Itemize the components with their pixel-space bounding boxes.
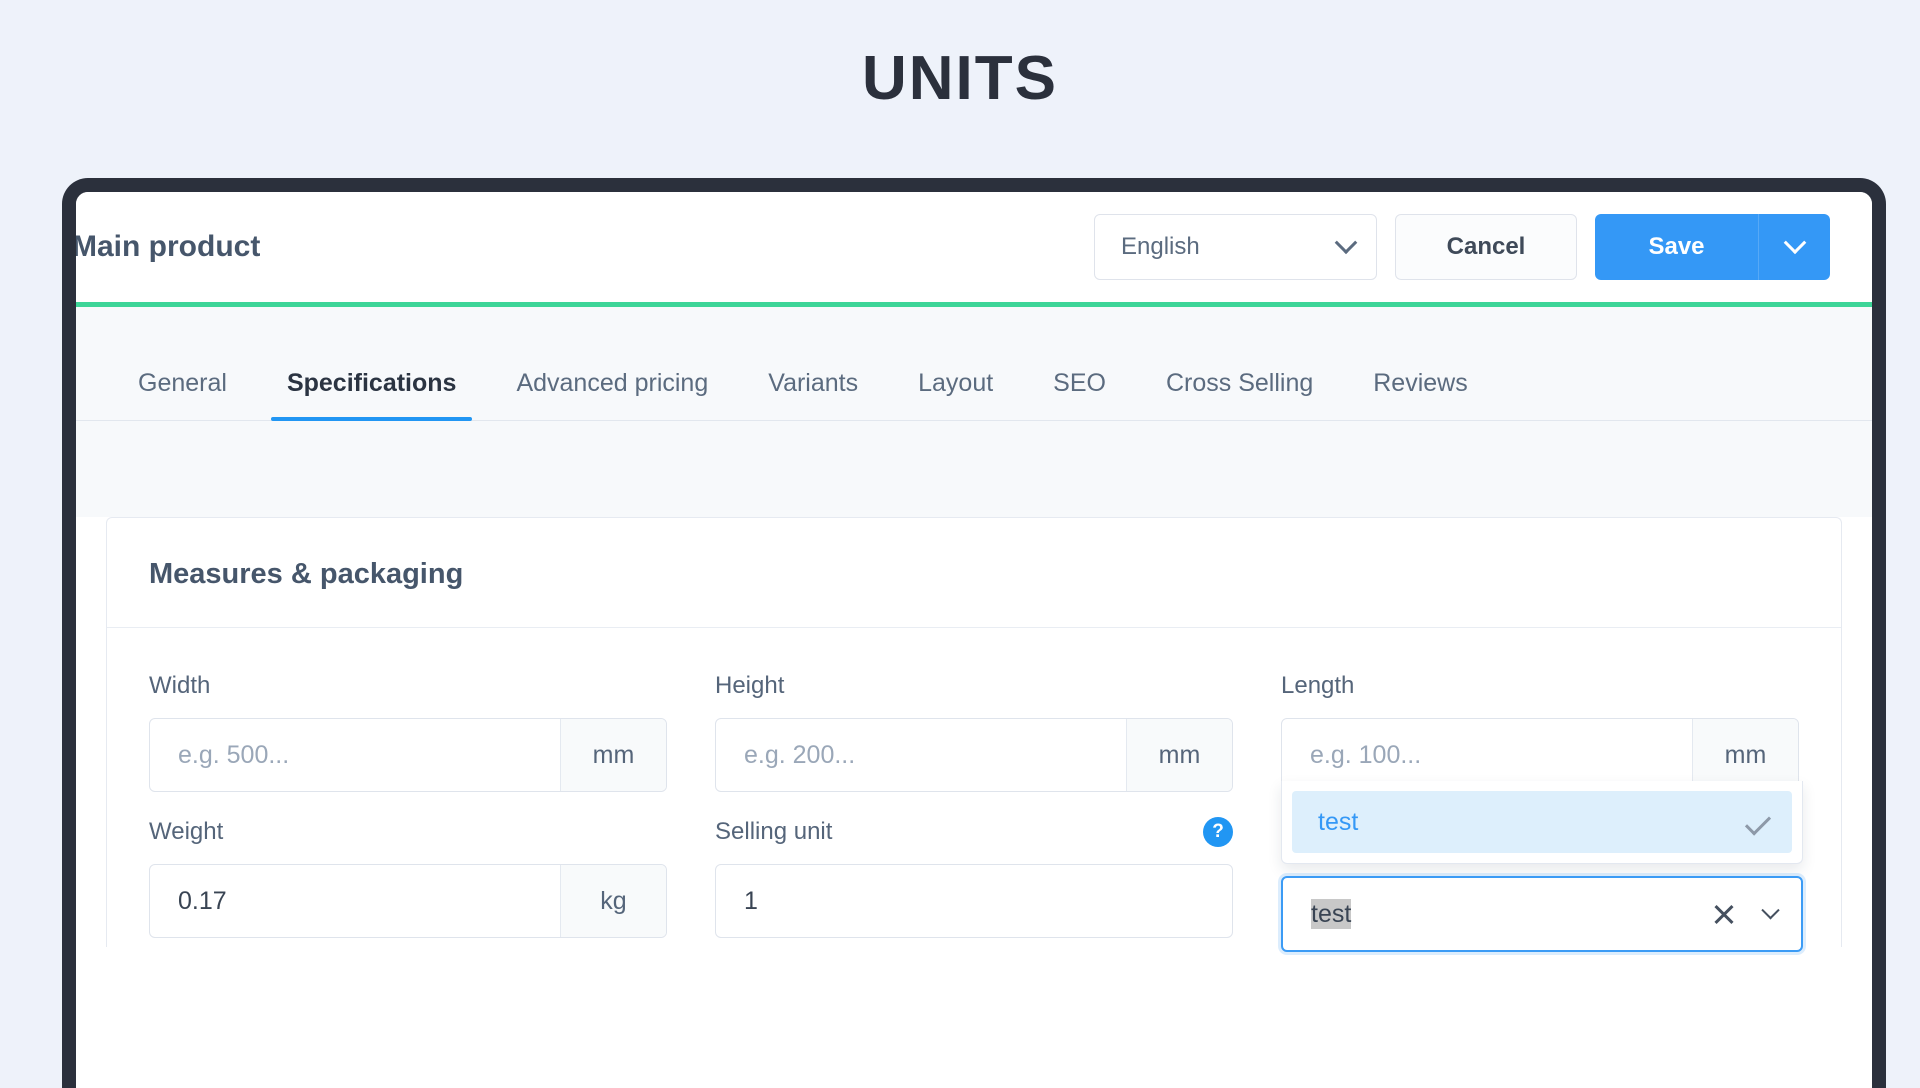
tab-bar: General Specifications Advanced pricing … (76, 369, 1872, 421)
field-width-input-group: mm (149, 718, 667, 792)
card-body: Width mm Height mm (107, 628, 1841, 952)
save-button[interactable]: Save (1595, 214, 1758, 280)
field-selling-unit: Selling unit ? (715, 816, 1233, 938)
chevron-down-icon[interactable] (1761, 900, 1780, 919)
header-actions: English Cancel Save (1094, 214, 1830, 280)
field-selling-unit-label-row: Selling unit ? (715, 816, 1233, 848)
field-width-label: Width (149, 672, 211, 699)
save-dropdown-button[interactable] (1758, 214, 1830, 280)
field-length: Length mm test (1281, 670, 1803, 952)
device-frame: Main product English Cancel Save General… (62, 178, 1886, 1088)
chevron-down-icon (1783, 231, 1806, 255)
unit-combobox-icons (1712, 900, 1780, 926)
field-width-label-row: Width (149, 670, 667, 702)
unit-suggestion-panel: test (1281, 781, 1803, 864)
cancel-button[interactable]: Cancel (1395, 214, 1577, 280)
unit-combobox[interactable]: test (1281, 876, 1803, 952)
save-button-group: Save (1595, 214, 1830, 280)
weight-unit-addon: kg (560, 865, 666, 937)
tab-advanced-pricing[interactable]: Advanced pricing (486, 369, 738, 420)
tab-variants[interactable]: Variants (738, 369, 888, 420)
tab-specifications[interactable]: Specifications (257, 369, 487, 421)
language-select-value: English (1121, 233, 1200, 260)
field-weight-input-group: kg (149, 864, 667, 938)
product-title: Main product (76, 230, 261, 263)
tab-layout[interactable]: Layout (888, 369, 1023, 420)
field-height-label-row: Height (715, 670, 1233, 702)
tab-seo[interactable]: SEO (1023, 369, 1136, 420)
tab-general[interactable]: General (108, 369, 257, 420)
page-title: UNITS (862, 44, 1058, 113)
field-length-label: Length (1281, 672, 1355, 699)
field-weight: Weight kg (149, 816, 667, 938)
field-height-input-group: mm (715, 718, 1233, 792)
tab-content-gap (76, 421, 1872, 517)
height-input[interactable] (716, 719, 1126, 791)
dimensions-row: Width mm Height mm (149, 670, 1803, 952)
width-unit-addon: mm (560, 719, 666, 791)
measures-packaging-card: Measures & packaging Width mm (106, 517, 1842, 952)
field-height-label: Height (715, 672, 785, 699)
field-height: Height mm (715, 670, 1233, 792)
width-input[interactable] (150, 719, 560, 791)
unit-autocomplete: test test (1281, 781, 1803, 952)
tab-area: General Specifications Advanced pricing … (76, 307, 1872, 517)
app-header: Main product English Cancel Save (76, 192, 1872, 302)
unit-combobox-value-wrap: test (1311, 898, 1712, 929)
height-unit-addon: mm (1126, 719, 1232, 791)
field-length-label-row: Length (1281, 670, 1799, 702)
app-screen: Main product English Cancel Save General… (76, 192, 1872, 1088)
question-mark-icon[interactable]: ? (1203, 817, 1233, 847)
unit-combobox-value: test (1311, 898, 1352, 929)
unit-suggestion-label: test (1318, 807, 1359, 836)
field-weight-label-row: Weight (149, 816, 667, 848)
selling-unit-input[interactable] (716, 886, 1232, 916)
weight-input[interactable] (150, 865, 560, 937)
field-width: Width mm (149, 670, 667, 792)
chevron-down-icon (1334, 231, 1358, 255)
field-weight-label: Weight (149, 818, 224, 845)
unit-suggestion-item[interactable]: test (1292, 791, 1792, 853)
field-selling-unit-label: Selling unit (715, 818, 833, 845)
check-icon (1744, 808, 1772, 836)
field-selling-unit-input-wrap (715, 864, 1233, 938)
close-icon[interactable] (1712, 902, 1736, 926)
card-heading: Measures & packaging (107, 518, 1841, 628)
tab-reviews[interactable]: Reviews (1343, 369, 1497, 420)
language-select[interactable]: English (1094, 214, 1377, 280)
tab-cross-selling[interactable]: Cross Selling (1136, 369, 1343, 420)
